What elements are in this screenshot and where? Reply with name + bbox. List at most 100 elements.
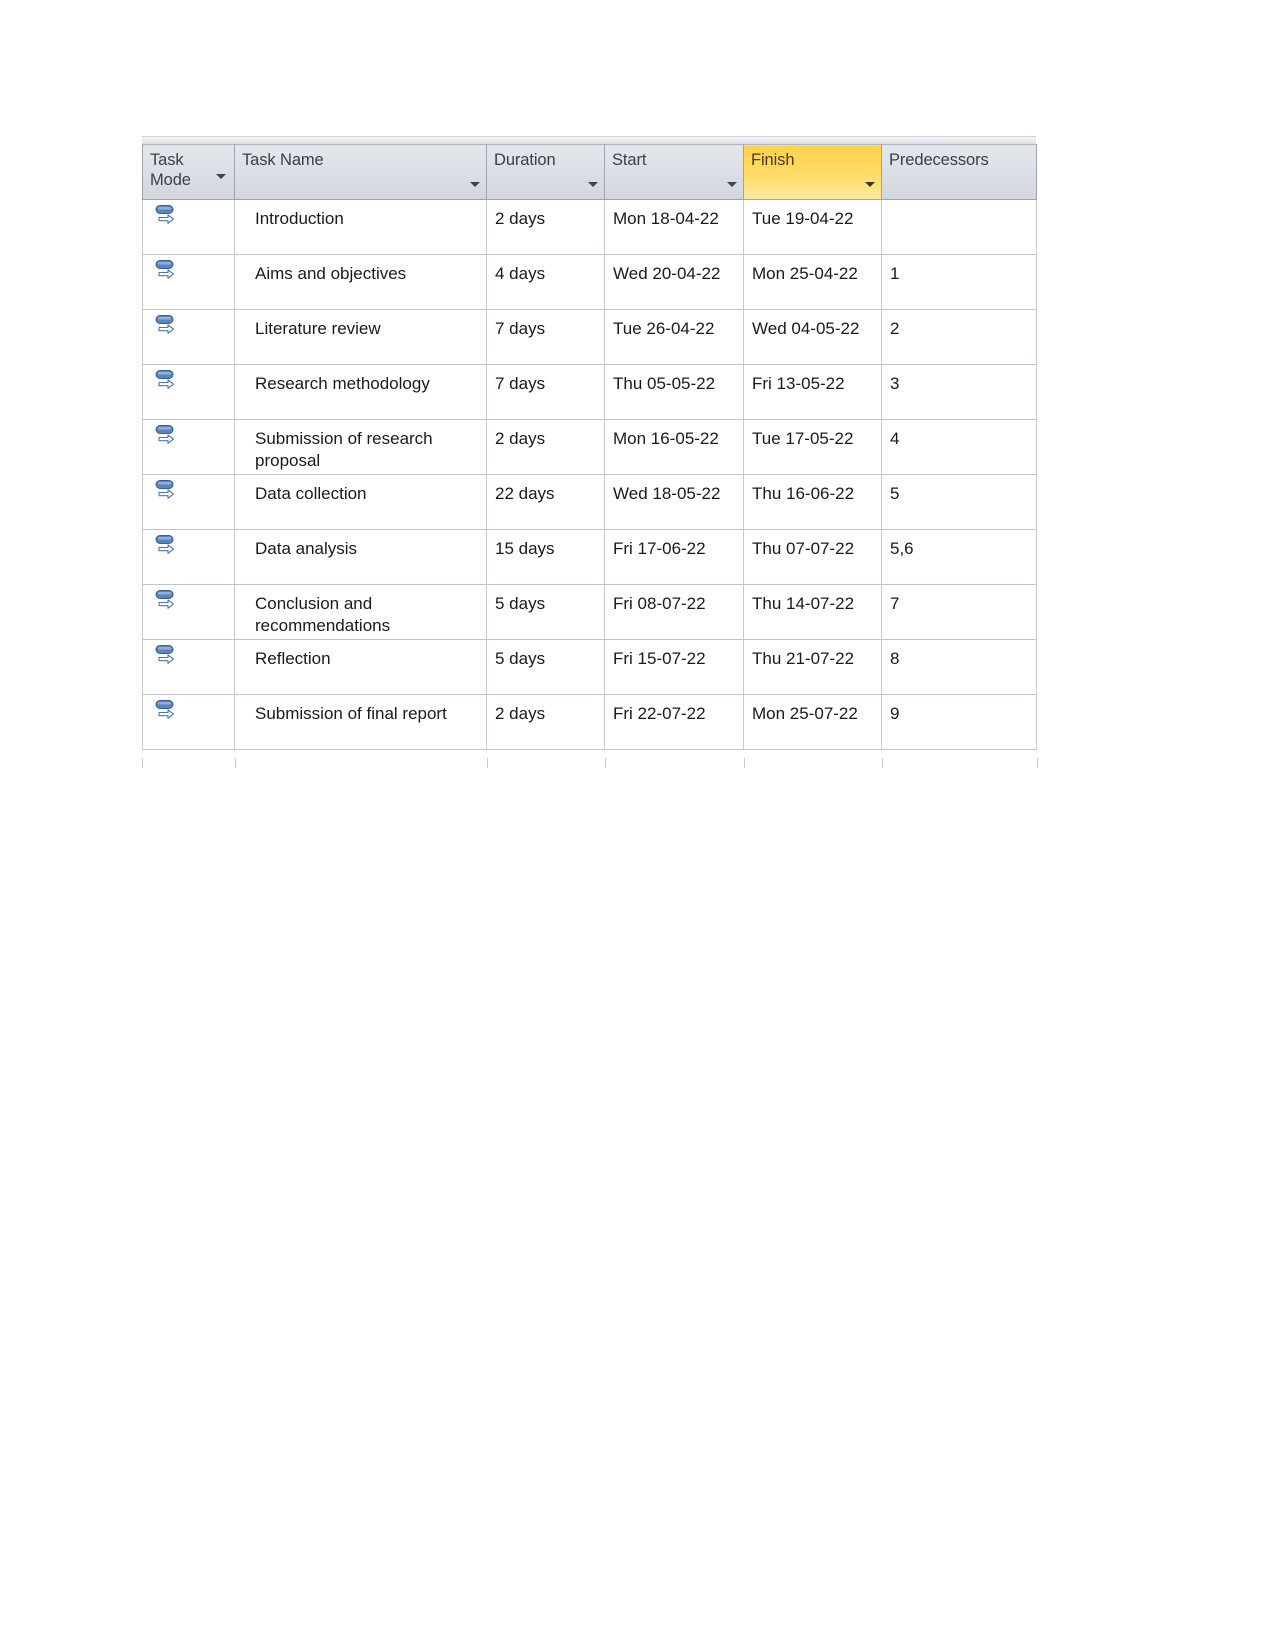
table-row[interactable]: Submission of final report 2 days Fri 22… (142, 694, 1037, 750)
cell-task-mode[interactable] (142, 639, 235, 695)
task-name-text: Submission of research proposal (255, 429, 433, 470)
duration-text: 2 days (495, 704, 546, 723)
table-row[interactable]: Literature review 7 days Tue 26-04-22 We… (142, 309, 1037, 365)
cell-task-mode[interactable] (142, 419, 235, 475)
cell-start[interactable]: Mon 18-04-22 (604, 199, 744, 255)
duration-text: 7 days (495, 319, 546, 338)
column-header-task-mode-label: Task Mode (150, 151, 191, 189)
cell-predecessors[interactable]: 7 (881, 584, 1037, 640)
cell-finish[interactable]: Tue 19-04-22 (743, 199, 882, 255)
predecessors-text: 2 (890, 319, 900, 338)
cell-task-mode[interactable] (142, 364, 235, 420)
table-row[interactable]: Aims and objectives 4 days Wed 20-04-22 … (142, 254, 1037, 310)
cell-task-name[interactable]: Submission of research proposal (234, 419, 487, 475)
grid-trailing-row (142, 758, 1038, 768)
cell-start[interactable]: Wed 20-04-22 (604, 254, 744, 310)
start-text: Mon 16-05-22 (613, 429, 719, 448)
cell-duration[interactable]: 22 days (486, 474, 605, 530)
cell-duration[interactable]: 5 days (486, 639, 605, 695)
cell-start[interactable]: Fri 15-07-22 (604, 639, 744, 695)
filter-chevron-down-icon-task-mode[interactable] (216, 174, 226, 179)
cell-finish[interactable]: Tue 17-05-22 (743, 419, 882, 475)
table-row[interactable]: Data analysis 15 days Fri 17-06-22 Thu 0… (142, 529, 1037, 585)
column-header-task-mode[interactable]: Task Mode (142, 144, 235, 200)
table-row[interactable]: Conclusion and recommendations 5 days Fr… (142, 584, 1037, 640)
filter-chevron-down-icon-start[interactable] (727, 182, 737, 187)
cell-predecessors[interactable]: 2 (881, 309, 1037, 365)
cell-finish[interactable]: Thu 21-07-22 (743, 639, 882, 695)
task-name-text: Literature review (255, 319, 381, 338)
filter-chevron-down-icon-task-name[interactable] (470, 182, 480, 187)
cell-duration[interactable]: 2 days (486, 419, 605, 475)
cell-task-mode[interactable] (142, 529, 235, 585)
cell-duration[interactable]: 4 days (486, 254, 605, 310)
cell-task-name[interactable]: Conclusion and recommendations (234, 584, 487, 640)
start-text: Mon 18-04-22 (613, 209, 719, 228)
finish-text: Thu 16-06-22 (752, 484, 855, 503)
finish-text: Thu 07-07-22 (752, 539, 855, 558)
cell-task-mode[interactable] (142, 474, 235, 530)
cell-task-name[interactable]: Literature review (234, 309, 487, 365)
manually-scheduled-icon (155, 205, 175, 224)
cell-duration[interactable]: 7 days (486, 364, 605, 420)
finish-text: Thu 14-07-22 (752, 594, 855, 613)
cell-start[interactable]: Wed 18-05-22 (604, 474, 744, 530)
cell-predecessors[interactable]: 5 (881, 474, 1037, 530)
cell-duration[interactable]: 5 days (486, 584, 605, 640)
cell-task-name[interactable]: Reflection (234, 639, 487, 695)
manually-scheduled-icon (155, 315, 175, 334)
table-row[interactable]: Submission of research proposal 2 days M… (142, 419, 1037, 475)
cell-finish[interactable]: Mon 25-07-22 (743, 694, 882, 750)
cell-finish[interactable]: Thu 07-07-22 (743, 529, 882, 585)
cell-task-name[interactable]: Aims and objectives (234, 254, 487, 310)
column-header-predecessors[interactable]: Predecessors (881, 144, 1037, 200)
cell-predecessors[interactable]: 9 (881, 694, 1037, 750)
filter-chevron-down-icon-finish[interactable] (865, 182, 875, 187)
cell-start[interactable]: Fri 17-06-22 (604, 529, 744, 585)
table-row[interactable]: Reflection 5 days Fri 15-07-22 Thu 21-07… (142, 639, 1037, 695)
column-header-task-name[interactable]: Task Name (234, 144, 487, 200)
cell-task-name[interactable]: Data collection (234, 474, 487, 530)
cell-finish[interactable]: Mon 25-04-22 (743, 254, 882, 310)
cell-task-mode[interactable] (142, 694, 235, 750)
column-header-finish[interactable]: Finish (743, 144, 882, 200)
manually-scheduled-icon (155, 425, 175, 444)
cell-start[interactable]: Fri 08-07-22 (604, 584, 744, 640)
cell-duration[interactable]: 2 days (486, 694, 605, 750)
cell-start[interactable]: Mon 16-05-22 (604, 419, 744, 475)
cell-duration[interactable]: 2 days (486, 199, 605, 255)
cell-duration[interactable]: 7 days (486, 309, 605, 365)
column-header-start[interactable]: Start (604, 144, 744, 200)
cell-start[interactable]: Tue 26-04-22 (604, 309, 744, 365)
cell-start[interactable]: Thu 05-05-22 (604, 364, 744, 420)
cell-predecessors[interactable]: 5,6 (881, 529, 1037, 585)
table-row[interactable]: Data collection 22 days Wed 18-05-22 Thu… (142, 474, 1037, 530)
cell-task-mode[interactable] (142, 254, 235, 310)
cell-finish[interactable]: Fri 13-05-22 (743, 364, 882, 420)
task-table: Task Mode Task Name Duration Start Finis… (142, 144, 1037, 750)
cell-task-mode[interactable] (142, 199, 235, 255)
cell-finish[interactable]: Thu 16-06-22 (743, 474, 882, 530)
table-row[interactable]: Research methodology 7 days Thu 05-05-22… (142, 364, 1037, 420)
cell-task-name[interactable]: Introduction (234, 199, 487, 255)
column-header-start-label: Start (612, 151, 647, 169)
cell-predecessors[interactable]: 4 (881, 419, 1037, 475)
predecessors-text: 7 (890, 594, 900, 613)
cell-task-name[interactable]: Research methodology (234, 364, 487, 420)
table-row[interactable]: Introduction 2 days Mon 18-04-22 Tue 19-… (142, 199, 1037, 255)
start-text: Fri 22-07-22 (613, 704, 706, 723)
cell-predecessors[interactable] (881, 199, 1037, 255)
cell-predecessors[interactable]: 3 (881, 364, 1037, 420)
cell-start[interactable]: Fri 22-07-22 (604, 694, 744, 750)
column-header-duration[interactable]: Duration (486, 144, 605, 200)
cell-duration[interactable]: 15 days (486, 529, 605, 585)
cell-task-mode[interactable] (142, 584, 235, 640)
cell-predecessors[interactable]: 8 (881, 639, 1037, 695)
filter-chevron-down-icon-duration[interactable] (588, 182, 598, 187)
cell-finish[interactable]: Thu 14-07-22 (743, 584, 882, 640)
cell-task-mode[interactable] (142, 309, 235, 365)
cell-task-name[interactable]: Submission of final report (234, 694, 487, 750)
cell-finish[interactable]: Wed 04-05-22 (743, 309, 882, 365)
cell-task-name[interactable]: Data analysis (234, 529, 487, 585)
cell-predecessors[interactable]: 1 (881, 254, 1037, 310)
